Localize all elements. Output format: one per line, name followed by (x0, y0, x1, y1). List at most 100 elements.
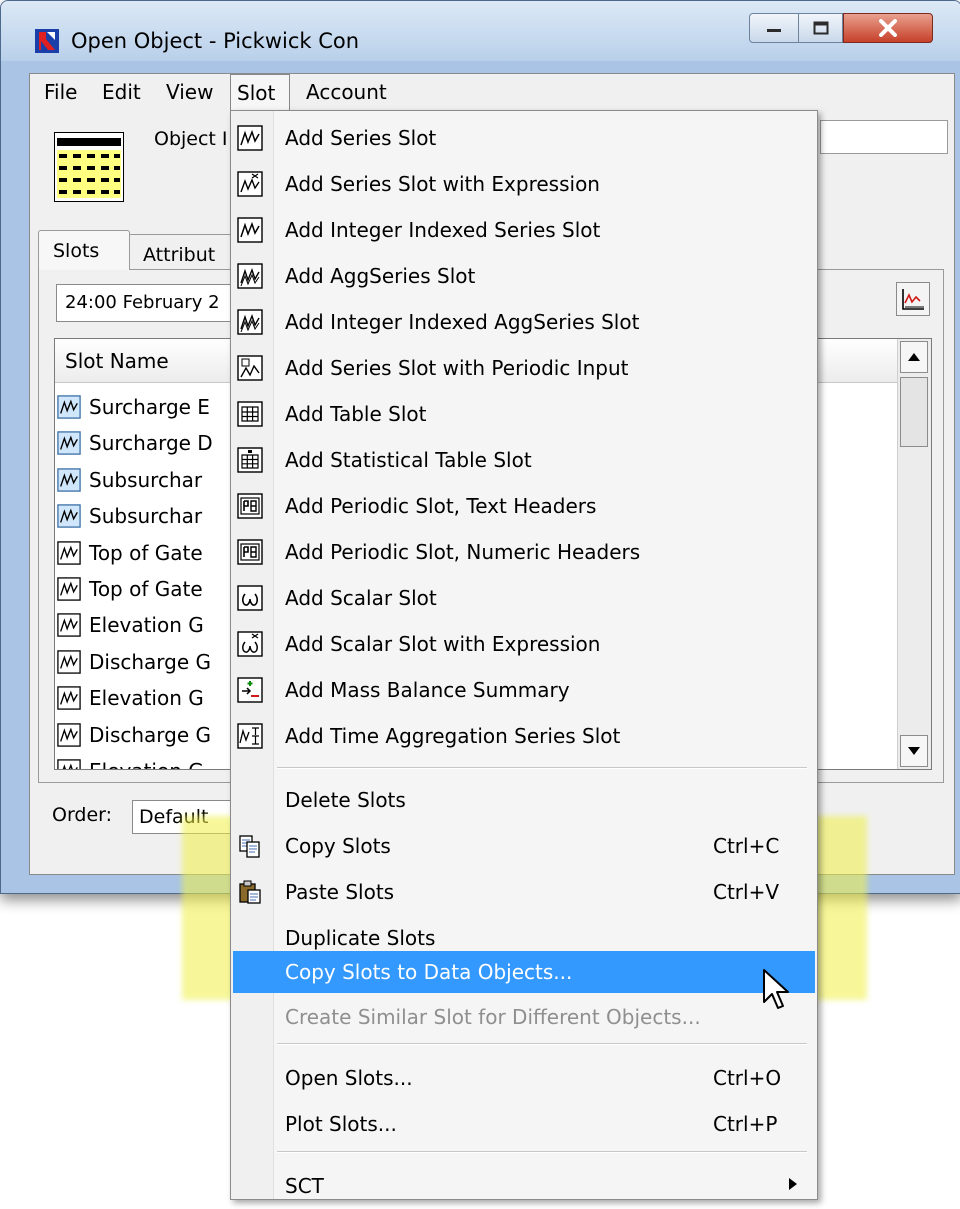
menu-item-label: Add Mass Balance Summary (285, 678, 570, 702)
menu-item-add-series-slot-with-periodic-input[interactable]: Add Series Slot with Periodic Input (233, 345, 815, 391)
slot-name-label: Subsurchar (89, 467, 203, 492)
series-slot-icon (57, 540, 81, 566)
series-slot-icon (57, 685, 81, 711)
menu-item-label: SCT (285, 1174, 324, 1198)
time-aggregation-icon (237, 723, 263, 749)
series-slot-icon (57, 503, 81, 529)
menu-item-label: Delete Slots (285, 788, 406, 812)
menu-item-add-integer-indexed-series-slot[interactable]: Add Integer Indexed Series Slot (233, 207, 815, 253)
slot-list-row[interactable]: Elevation G (57, 753, 204, 769)
menu-item-shortcut: Ctrl+O (713, 1066, 782, 1090)
menu-item-label: Add Series Slot with Expression (285, 172, 600, 196)
menu-item-label: Paste Slots (285, 880, 395, 904)
slot-list-row[interactable]: Surcharge D (57, 425, 213, 461)
plot-icon (902, 289, 924, 310)
menu-item-add-periodic-slot-numeric-headers[interactable]: Add Periodic Slot, Numeric Headers (233, 529, 815, 575)
menu-item-label: Add Time Aggregation Series Slot (285, 724, 621, 748)
menu-file[interactable]: File (38, 74, 83, 110)
menu-item-shortcut: Ctrl+P (713, 1112, 778, 1136)
window-title: Open Object - Pickwick Con (71, 29, 360, 53)
mouse-cursor-icon (763, 969, 789, 1009)
integer-agg-series-icon (237, 309, 263, 335)
menu-item-add-aggseries-slot[interactable]: Add AggSeries Slot (233, 253, 815, 299)
menu-view[interactable]: View (160, 74, 219, 110)
periodic-slot-icon (237, 493, 263, 519)
statistical-table-icon (237, 447, 263, 473)
slot-name-column-header[interactable]: Slot Name (55, 339, 245, 383)
menu-item-add-table-slot[interactable]: Add Table Slot (233, 391, 815, 437)
menu-item-label: Add Statistical Table Slot (285, 448, 532, 472)
minimize-button[interactable] (749, 13, 799, 43)
submenu-arrow-icon (789, 1178, 797, 1194)
tab-attributes[interactable]: Attribut (128, 234, 238, 270)
slot-list-row[interactable]: Top of Gate (57, 535, 203, 571)
series-slot-icon (57, 394, 81, 420)
menu-item-add-scalar-slot-with-expression[interactable]: Add Scalar Slot with Expression (233, 621, 815, 667)
menu-separator (277, 767, 807, 769)
scroll-down-button[interactable] (900, 735, 928, 767)
slot-list-row[interactable]: Discharge G (57, 717, 211, 753)
menu-account[interactable]: Account (300, 74, 393, 110)
slot-name-label: Discharge G (89, 649, 212, 674)
plot-button[interactable] (896, 282, 930, 316)
menu-bar: File Edit View Slot Account (30, 74, 954, 110)
menu-item-add-integer-indexed-aggseries-slot[interactable]: Add Integer Indexed AggSeries Slot (233, 299, 815, 345)
series-slot-icon (57, 758, 81, 769)
menu-item-copy-slots[interactable]: Copy Slots Ctrl+C (233, 823, 815, 869)
menu-item-add-series-slot[interactable]: Add Series Slot (233, 115, 815, 161)
slot-list-row[interactable]: Discharge G (57, 644, 211, 680)
title-bar[interactable]: Open Object - Pickwick Con (1, 1, 960, 61)
slot-name-label: Elevation G (89, 686, 204, 711)
menu-item-open-slots[interactable]: Open Slots... Ctrl+O (233, 1055, 815, 1101)
menu-item-sct[interactable]: SCT (233, 1163, 815, 1209)
series-slot-icon (57, 612, 81, 638)
menu-edit[interactable]: Edit (96, 74, 147, 110)
menu-item-add-periodic-slot-text-headers[interactable]: Add Periodic Slot, Text Headers (233, 483, 815, 529)
scroll-up-button[interactable] (900, 341, 928, 373)
menu-item-add-series-slot-with-expression[interactable]: Add Series Slot with Expression (233, 161, 815, 207)
menu-item-add-time-aggregation-series-slot[interactable]: Add Time Aggregation Series Slot (233, 713, 815, 759)
slot-menu-dropdown: Add Series Slot Add Series Slot with Expr… (230, 110, 818, 1200)
menu-item-add-scalar-slot[interactable]: Add Scalar Slot (233, 575, 815, 621)
timestep-date-field[interactable]: 24:00 February 2 (56, 284, 236, 322)
menu-item-add-mass-balance-summary[interactable]: Add Mass Balance Summary (233, 667, 815, 713)
slot-list-row[interactable]: Subsurchar (57, 462, 202, 498)
maximize-button[interactable] (799, 13, 843, 43)
object-name-field[interactable] (820, 120, 948, 154)
slot-list-row[interactable]: Subsurchar (57, 498, 202, 534)
tab-slots[interactable]: Slots (38, 230, 130, 270)
menu-item-add-statistical-table-slot[interactable]: Add Statistical Table Slot (233, 437, 815, 483)
series-slot-icon (57, 649, 81, 675)
menu-slot[interactable]: Slot (230, 74, 290, 110)
data-object-icon (54, 132, 124, 202)
close-button[interactable] (843, 13, 933, 43)
slot-list-row[interactable]: Surcharge E (57, 389, 210, 425)
slot-list-row[interactable]: Elevation G (57, 607, 204, 643)
slot-name-label: Discharge G (89, 722, 212, 747)
scrollbar-thumb[interactable] (900, 377, 928, 447)
series-slot-icon (57, 722, 81, 748)
menu-item-plot-slots[interactable]: Plot Slots... Ctrl+P (233, 1101, 815, 1147)
vertical-scrollbar[interactable] (897, 339, 931, 769)
menu-separator (277, 1043, 807, 1045)
menu-item-label: Add Series Slot (285, 126, 437, 150)
periodic-slot-icon (237, 539, 263, 565)
series-expression-icon (237, 171, 263, 197)
slot-list-row[interactable]: Elevation G (57, 680, 204, 716)
table-slot-icon (237, 401, 263, 427)
menu-item-delete-slots[interactable]: Delete Slots (233, 777, 815, 823)
close-icon (879, 19, 897, 37)
scalar-expression-icon (237, 631, 263, 657)
slot-name-label: Elevation G (89, 759, 204, 769)
slot-list-row[interactable]: Top of Gate (57, 571, 203, 607)
mass-balance-icon (237, 677, 263, 703)
menu-item-copy-slots-to-data-objects[interactable]: Copy Slots to Data Objects... (233, 951, 815, 993)
menu-item-label: Add AggSeries Slot (285, 264, 476, 288)
series-slot-icon (57, 430, 81, 456)
scalar-slot-icon (237, 585, 263, 611)
menu-separator (277, 1151, 807, 1153)
menu-item-paste-slots[interactable]: Paste Slots Ctrl+V (233, 869, 815, 915)
agg-series-icon (237, 263, 263, 289)
series-slot-icon (237, 125, 263, 151)
menu-item-label: Add Integer Indexed Series Slot (285, 218, 601, 242)
